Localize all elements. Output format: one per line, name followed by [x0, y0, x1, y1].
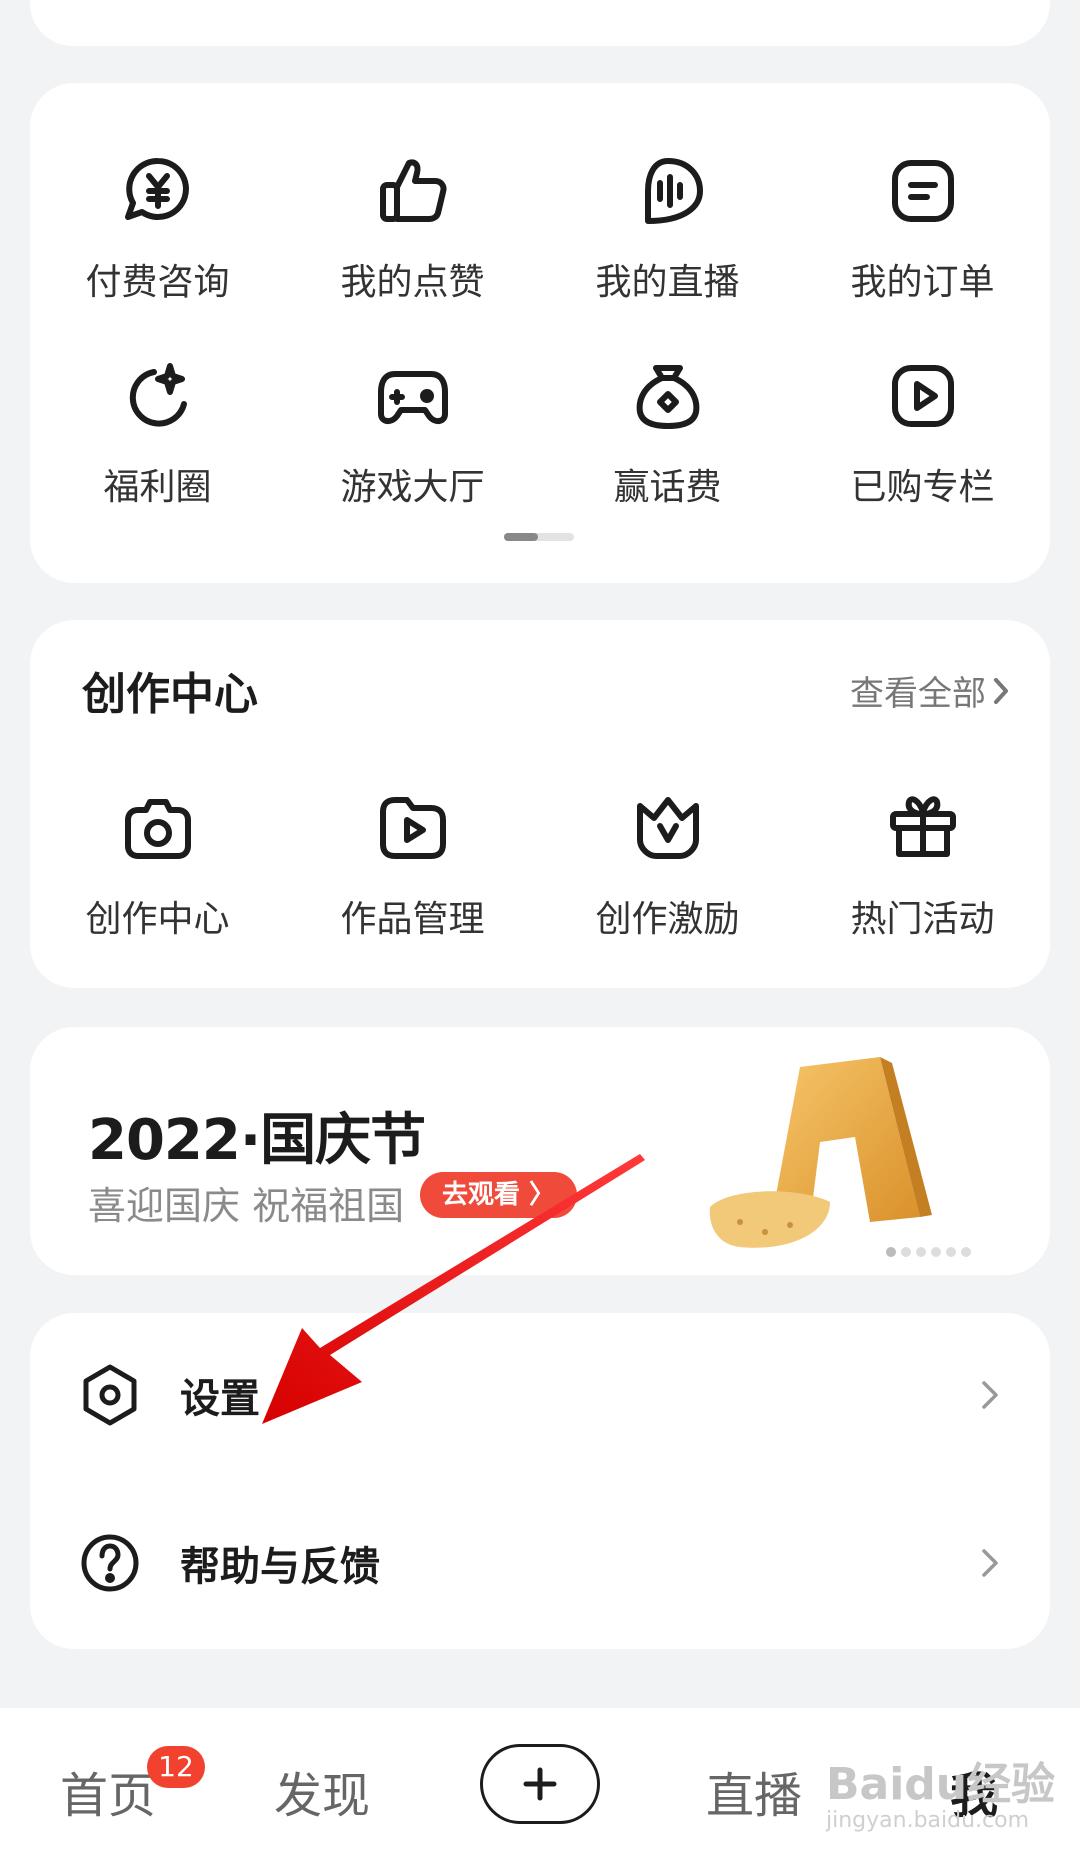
banner-title: 2022·国庆节	[88, 1108, 426, 1173]
create-center-title: 创作中心	[82, 669, 258, 720]
quick-grid-card: 付费咨询 我的点赞 我的直播 我的订单 福利圈 游戏大厅 赢话费 已购专栏	[30, 83, 1050, 583]
publish-button[interactable]	[480, 1744, 600, 1824]
order-list-icon	[891, 160, 954, 222]
grid-item-my-live[interactable]: 我的直播	[540, 143, 795, 348]
grid-item-game-hall[interactable]: 游戏大厅	[285, 348, 540, 553]
chevron-right-icon	[994, 677, 1008, 704]
grid-item-label: 福利圈	[103, 467, 212, 508]
grid-item-label: 已购专栏	[850, 467, 995, 508]
crown-v-icon	[636, 797, 699, 859]
banner-watch-button[interactable]: 去观看 〉	[420, 1172, 578, 1218]
help-icon	[81, 1534, 139, 1592]
settings-label: 设置	[180, 1376, 260, 1422]
help-feedback-row[interactable]: 帮助与反馈	[30, 1503, 1050, 1623]
baidu-watermark-url: jingyan.baidu.com	[826, 1808, 1030, 1833]
view-all-label: 查看全部	[850, 674, 986, 714]
yuan-chat-icon	[124, 157, 189, 220]
grid-item-my-orders[interactable]: 我的订单	[795, 143, 1050, 348]
home-notification-badge: 12	[147, 1746, 205, 1788]
banner-subtitle: 喜迎国庆 祝福祖国	[88, 1184, 405, 1228]
create-center-card: 创作中心 查看全部 创作中心 作品管理 创作激励 热门活动	[30, 620, 1050, 988]
folder-play-icon	[379, 797, 446, 859]
menu-card: 设置 帮助与反馈	[30, 1313, 1050, 1649]
grid-item-label: 赢话费	[613, 467, 722, 508]
chevron-right-icon	[982, 1381, 998, 1409]
plus-icon	[523, 1767, 557, 1801]
create-item-hot-activities[interactable]: 热门活动	[795, 780, 1050, 960]
grid-item-purchased-columns[interactable]: 已购专栏	[795, 348, 1050, 553]
grid-item-my-likes[interactable]: 我的点赞	[285, 143, 540, 348]
create-item-creator-incentive[interactable]: 创作激励	[540, 780, 795, 960]
bottom-tab-bar: 首页 12 发现 直播 我 Baidu经验 jingyan.baidu.com	[0, 1708, 1080, 1860]
camera-icon	[124, 799, 191, 859]
chevron-right-icon	[982, 1549, 998, 1577]
grid-item-paid-consult[interactable]: 付费咨询	[30, 143, 285, 348]
live-wave-icon	[644, 158, 703, 224]
thumbs-up-icon	[379, 159, 446, 222]
baidu-watermark: Baidu经验	[826, 1759, 1056, 1810]
tab-discover[interactable]: 发现	[274, 1756, 370, 1826]
grid-item-label: 我的订单	[850, 262, 995, 303]
create-item-works-management[interactable]: 作品管理	[285, 780, 540, 960]
moon-sparkle-icon	[129, 363, 187, 427]
create-item-label: 创作中心	[85, 899, 230, 940]
grid-item-welfare[interactable]: 福利圈	[30, 348, 285, 553]
play-square-icon	[891, 365, 954, 427]
create-item-label: 创作激励	[595, 899, 740, 940]
grid-item-win-credit[interactable]: 赢话费	[540, 348, 795, 553]
grid-item-label: 我的点赞	[340, 262, 485, 303]
tab-home[interactable]: 首页	[60, 1756, 156, 1826]
view-all-link[interactable]: 查看全部	[850, 666, 1010, 715]
create-item-label: 作品管理	[340, 899, 485, 940]
tab-live[interactable]: 直播	[706, 1756, 802, 1826]
help-feedback-label: 帮助与反馈	[180, 1544, 380, 1590]
gift-icon	[889, 796, 956, 857]
grid-item-label: 付费咨询	[85, 262, 230, 303]
money-bag-icon	[636, 365, 699, 429]
create-item-label: 热门活动	[850, 899, 995, 940]
banner-page-indicator	[886, 1247, 971, 1257]
grid-page-indicator	[504, 533, 574, 541]
top-card	[30, 0, 1050, 46]
grid-page-indicator-active	[504, 533, 538, 541]
grid-item-label: 我的直播	[595, 262, 740, 303]
banner-monument-image	[709, 1057, 932, 1248]
settings-icon	[83, 1364, 137, 1426]
create-item-creation-center[interactable]: 创作中心	[30, 780, 285, 960]
grid-item-label: 游戏大厅	[340, 467, 485, 508]
national-day-banner[interactable]: 2022·国庆节 喜迎国庆 祝福祖国 去观看 〉	[30, 1027, 1050, 1275]
gamepad-icon	[377, 371, 448, 424]
settings-row[interactable]: 设置	[30, 1335, 1050, 1455]
